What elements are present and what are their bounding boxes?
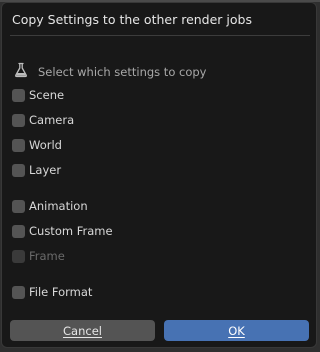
camera-checkbox[interactable] <box>12 113 25 127</box>
scene-label: Scene <box>29 88 65 102</box>
file-format-option[interactable]: File Format <box>12 283 92 301</box>
dialog-title: Copy Settings to the other render jobs <box>12 12 252 27</box>
camera-option[interactable]: Camera <box>12 111 74 129</box>
subheading-text: Select which settings to copy <box>38 65 207 79</box>
file-format-label: File Format <box>29 285 93 299</box>
world-label: World <box>29 138 62 152</box>
world-checkbox[interactable] <box>12 138 25 152</box>
ok-label: OK <box>228 323 245 338</box>
copy-settings-dialog: Copy Settings to the other render jobs S… <box>1 2 317 348</box>
custom-frame-label: Custom Frame <box>29 224 113 238</box>
frame-label: Frame <box>29 249 65 263</box>
frame-option: Frame <box>12 247 65 265</box>
custom-frame-option[interactable]: Custom Frame <box>12 222 113 240</box>
animation-checkbox[interactable] <box>12 199 25 213</box>
scene-checkbox[interactable] <box>12 88 25 102</box>
layer-checkbox[interactable] <box>12 163 25 177</box>
cancel-button[interactable]: Cancel <box>10 320 155 341</box>
scene-option[interactable]: Scene <box>12 86 64 104</box>
cancel-label: Cancel <box>63 323 102 338</box>
animation-label: Animation <box>29 199 88 213</box>
world-option[interactable]: World <box>12 136 62 154</box>
frame-checkbox <box>12 249 25 263</box>
subheading: Select which settings to copy <box>14 62 207 82</box>
title-divider <box>10 35 310 36</box>
file-format-checkbox[interactable] <box>12 285 25 299</box>
flask-icon <box>14 62 38 82</box>
camera-label: Camera <box>29 113 75 127</box>
animation-option[interactable]: Animation <box>12 197 88 215</box>
layer-option[interactable]: Layer <box>12 161 61 179</box>
layer-label: Layer <box>29 163 62 177</box>
ok-button[interactable]: OK <box>164 320 309 341</box>
custom-frame-checkbox[interactable] <box>12 224 25 238</box>
